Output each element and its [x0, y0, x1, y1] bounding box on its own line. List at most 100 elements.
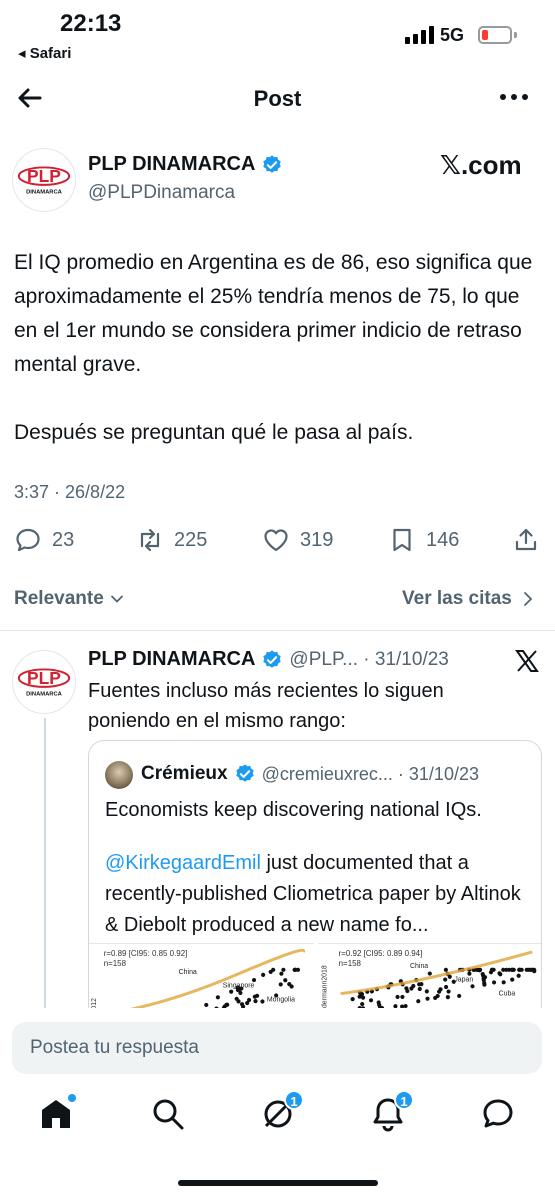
chart-right-stat: r=0.92 [CI95: 0.89 0.94]	[339, 949, 423, 958]
chart-left-stat: r=0.89 [CI95: 0.85 0.92]	[104, 949, 188, 958]
scatter-point-label: Mongolia	[267, 997, 295, 1004]
scatter-point	[417, 982, 422, 987]
home-indicator	[178, 1180, 378, 1186]
view-quotes-link[interactable]: Ver las citas	[402, 588, 534, 610]
scatter-point	[293, 967, 298, 972]
scatter-point	[229, 989, 234, 994]
reply-author-name[interactable]: PLP DINAMARCA	[88, 648, 255, 671]
x-logo-icon[interactable]	[514, 648, 540, 674]
post-timestamp[interactable]: 3:37 · 26/8/22	[14, 482, 125, 503]
scatter-point	[395, 994, 400, 1000]
network-type: 5G	[440, 25, 465, 45]
tab-search[interactable]	[150, 1096, 186, 1132]
chevron-down-icon	[110, 595, 123, 603]
like-button[interactable]: 319	[262, 526, 333, 554]
reply-header: PLP DINAMARCA @PLP... · 31/10/23	[88, 648, 449, 671]
scatter-point	[445, 995, 450, 1000]
tab-messages[interactable]	[480, 1096, 516, 1132]
scatter-point	[215, 995, 220, 1000]
scatter-point	[224, 1002, 229, 1007]
scatter-point	[405, 988, 410, 994]
scatter-point	[246, 997, 252, 1003]
reply-meta[interactable]: @PLP... · 31/10/23	[289, 649, 448, 671]
chart-right-trend	[340, 950, 533, 996]
author-name[interactable]: PLP DINAMARCA	[88, 153, 283, 176]
like-count: 319	[300, 528, 334, 551]
chevron-right-icon	[523, 592, 533, 606]
repost-count: 225	[174, 528, 208, 551]
scatter-point-label: Japan	[454, 977, 473, 984]
sort-label: Relevante	[14, 588, 104, 609]
signal-icon	[405, 24, 434, 44]
divider	[0, 630, 555, 631]
source-label[interactable]: 𝕏.com	[440, 150, 522, 181]
scatter-point	[491, 967, 496, 972]
scatter-point	[443, 967, 448, 972]
repost-button[interactable]: 225	[136, 526, 207, 554]
verified-badge-icon	[263, 154, 282, 173]
share-button[interactable]	[512, 526, 540, 554]
scatter-point	[480, 971, 485, 977]
scatter-point	[427, 971, 432, 976]
tab-home[interactable]	[38, 1094, 76, 1132]
battery-tip	[514, 32, 517, 38]
scatter-point	[204, 1002, 209, 1008]
scatter-point	[361, 995, 366, 1000]
tab-notifications[interactable]: 1	[370, 1090, 414, 1132]
scatter-point	[516, 973, 521, 978]
scatter-point	[491, 980, 497, 985]
scatter-point	[424, 989, 429, 994]
reply-text: Fuentes incluso más recientes lo siguen …	[88, 680, 444, 732]
tab-grok[interactable]: 1	[260, 1090, 304, 1132]
scatter-point	[510, 967, 515, 972]
thread-line	[44, 718, 46, 1018]
sort-dropdown[interactable]: Relevante	[14, 588, 124, 610]
scatter-point	[268, 969, 273, 974]
reply-icon	[16, 528, 40, 552]
avatar-logo-text: PLP	[27, 166, 61, 186]
quoted-meta: @cremieuxrec... · 31/10/23	[261, 763, 479, 784]
page-title: Post	[253, 86, 302, 111]
chart-right-n: n=158	[339, 959, 362, 968]
scatter-point	[517, 967, 522, 972]
avatar[interactable]: PLP DINAMARCA	[12, 148, 76, 212]
scatter-point	[251, 977, 257, 983]
scatter-point	[501, 980, 506, 985]
bookmark-button[interactable]: 146	[388, 526, 459, 554]
scatter-point	[446, 989, 451, 994]
reply-input[interactable]: Postea tu respuesta	[12, 1022, 542, 1074]
scatter-point	[482, 982, 487, 987]
more-icon[interactable]	[500, 94, 528, 100]
search-icon	[153, 1099, 184, 1130]
scatter-point	[360, 1001, 365, 1007]
scatter-point	[467, 971, 472, 976]
reply-avatar-logo-text: PLP	[27, 668, 61, 688]
scatter-point	[400, 994, 405, 1000]
back-to-app-link[interactable]: ◂ Safari	[18, 44, 71, 62]
quoted-avatar[interactable]	[105, 761, 133, 789]
scatter-point	[278, 982, 283, 987]
quoted-text: Economists keep discovering national IQs…	[105, 795, 525, 941]
scatter-point	[350, 997, 355, 1002]
author-name-text[interactable]: PLP DINAMARCA	[88, 153, 255, 176]
status-bar: 22:13 ◂ Safari 5G	[0, 0, 555, 70]
repost-icon	[140, 528, 160, 552]
quoted-text-line-2: @KirkegaardEmil just documented that a r…	[105, 848, 525, 941]
scatter-point	[260, 999, 265, 1004]
bookmark-count: 146	[426, 528, 460, 551]
post-header: Post	[0, 72, 555, 126]
verified-badge-icon	[263, 649, 282, 668]
chart-left-n: n=158	[104, 959, 127, 968]
reply-avatar[interactable]: PLP DINAMARCA	[12, 650, 76, 714]
quoted-author-name[interactable]: Crémieux	[141, 763, 228, 785]
author-handle[interactable]: @PLPDinamarca	[88, 182, 235, 204]
scatter-point	[501, 967, 506, 972]
scatter-point	[281, 967, 286, 972]
quoted-header: Crémieux @cremieuxrec... · 31/10/23	[141, 763, 479, 785]
post-text: El IQ promedio en Argentina es de 86, es…	[14, 246, 544, 450]
status-time: 22:13	[60, 10, 122, 37]
reply-button[interactable]: 23	[14, 526, 74, 554]
mention-link[interactable]: @KirkegaardEmil	[105, 852, 261, 874]
scatter-point	[443, 977, 448, 982]
scatter-point	[253, 999, 258, 1004]
